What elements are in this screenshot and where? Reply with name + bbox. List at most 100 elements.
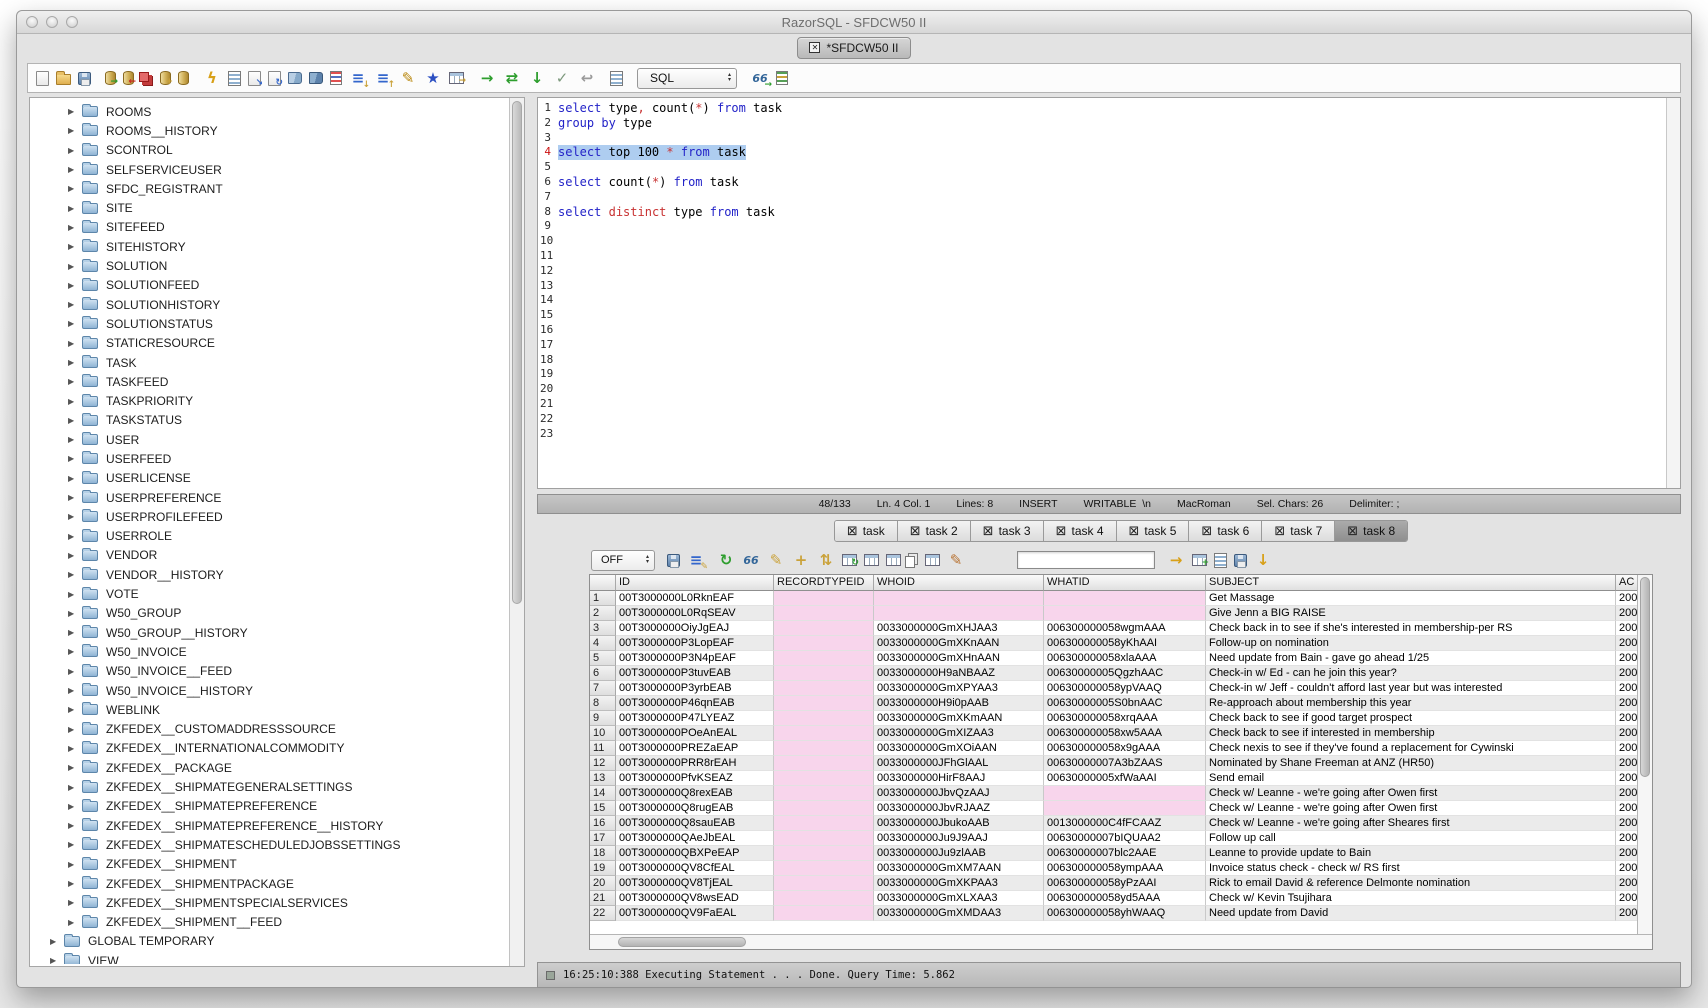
disclosure-triangle-icon[interactable]: ▶: [68, 570, 82, 579]
tree-item[interactable]: ▶ZKFEDEX__SHIPMATEGENERALSETTINGS: [30, 777, 508, 796]
disclosure-triangle-icon[interactable]: ▶: [68, 532, 82, 541]
cell-whatid[interactable]: 006300000058xw5AAA: [1044, 726, 1206, 741]
disconnect-icon[interactable]: ←: [123, 71, 134, 85]
cell-whoid[interactable]: 0033000000JbvQzAAJ: [874, 786, 1044, 801]
cell-whatid[interactable]: 00630000007bIQUAA2: [1044, 831, 1206, 846]
cell-whoid[interactable]: 0033000000Ju9J9AAJ: [874, 831, 1044, 846]
disclosure-triangle-icon[interactable]: ▶: [68, 493, 82, 502]
cell-recordtypeid[interactable]: [774, 831, 874, 846]
disclosure-triangle-icon[interactable]: ▶: [68, 339, 82, 348]
disclosure-triangle-icon[interactable]: ▶: [68, 358, 82, 367]
stop-icon[interactable]: [139, 72, 149, 82]
cell-id[interactable]: 00T3000000QV9FaEAL: [616, 906, 774, 921]
row-number[interactable]: 20: [590, 876, 616, 891]
sort-descending-icon[interactable]: ≡↓: [349, 69, 367, 87]
row-number[interactable]: 17: [590, 831, 616, 846]
cell-recordtypeid[interactable]: [774, 756, 874, 771]
row-number[interactable]: 3: [590, 621, 616, 636]
cell-id[interactable]: 00T3000000P3yrbEAB: [616, 681, 774, 696]
cell-recordtypeid[interactable]: [774, 771, 874, 786]
cell-recordtypeid[interactable]: [774, 906, 874, 921]
cell-subject[interactable]: Re-approach about membership this year: [1206, 696, 1616, 711]
cell-subject[interactable]: Send email: [1206, 771, 1616, 786]
tree-item[interactable]: ▶VOTE: [30, 584, 508, 603]
cell-whoid[interactable]: 0033000000GmXHJAA3: [874, 621, 1044, 636]
tree-item[interactable]: ▶USERFEED: [30, 449, 508, 468]
row-number[interactable]: 2: [590, 606, 616, 621]
tab-close-icon[interactable]: ⊠: [1129, 525, 1140, 538]
cell-subject[interactable]: Check w/ Leanne - we're going after Owen…: [1206, 801, 1616, 816]
tree-item[interactable]: ▶ZKFEDEX__INTERNATIONALCOMMODITY: [30, 739, 508, 758]
cell-subject[interactable]: Check-in w/ Ed - can he join this year?: [1206, 666, 1616, 681]
tree-item[interactable]: ▶SELFSERVICEUSER: [30, 160, 508, 179]
cell-recordtypeid[interactable]: [774, 696, 874, 711]
cell-recordtypeid[interactable]: [774, 636, 874, 651]
cell-whatid[interactable]: 0013000000C4fFCAAZ: [1044, 816, 1206, 831]
cell-whoid[interactable]: 0033000000HirF8AAJ: [874, 771, 1044, 786]
editor-scrollbar[interactable]: [1666, 98, 1680, 488]
cell-ac[interactable]: 200: [1616, 606, 1637, 621]
cell-whatid[interactable]: 006300000058ympAAA: [1044, 861, 1206, 876]
cell-id[interactable]: 00T3000000PREZaEAP: [616, 741, 774, 756]
cell-subject[interactable]: Leanne to provide update to Bain: [1206, 846, 1616, 861]
tree-item[interactable]: ▶SOLUTION: [30, 256, 508, 275]
disclosure-triangle-icon[interactable]: ▶: [68, 609, 82, 618]
marker-icon[interactable]: ✎: [947, 551, 965, 569]
cell-ac[interactable]: 200: [1616, 666, 1637, 681]
row-number[interactable]: 12: [590, 756, 616, 771]
cell-whoid[interactable]: 0033000000GmXKPAA3: [874, 876, 1044, 891]
disclosure-triangle-icon[interactable]: ▶: [68, 647, 82, 656]
row-number[interactable]: 14: [590, 786, 616, 801]
insert-row-icon[interactable]: +: [792, 551, 810, 569]
cell-ac[interactable]: 200: [1616, 621, 1637, 636]
cell-recordtypeid[interactable]: [774, 711, 874, 726]
refresh-icon[interactable]: ↻: [717, 551, 735, 569]
disclosure-triangle-icon[interactable]: ▶: [68, 126, 82, 135]
cell-subject[interactable]: Check back in to see if she's interested…: [1206, 621, 1616, 636]
cell-whoid[interactable]: 0033000000JbukoAAB: [874, 816, 1044, 831]
script-icon[interactable]: [1214, 553, 1227, 568]
cell-whatid[interactable]: 006300000058yPzAAI: [1044, 876, 1206, 891]
cell-subject[interactable]: Check nexis to see if they've found a re…: [1206, 741, 1616, 756]
tree-item[interactable]: ▶TASKFEED: [30, 372, 508, 391]
disclosure-triangle-icon[interactable]: ▶: [68, 821, 82, 830]
tree-item[interactable]: ▶ZKFEDEX__SHIPMENT: [30, 855, 508, 874]
cell-ac[interactable]: 200: [1616, 891, 1637, 906]
execute-sql-icon[interactable]: →: [478, 69, 496, 87]
row-number[interactable]: 7: [590, 681, 616, 696]
disclosure-triangle-icon[interactable]: ▶: [68, 281, 82, 290]
disclosure-triangle-icon[interactable]: ▶: [68, 783, 82, 792]
cell-ac[interactable]: 200: [1616, 651, 1637, 666]
cell-subject[interactable]: Get Massage: [1206, 591, 1616, 606]
result-tab-task-4[interactable]: ⊠task 4: [1044, 521, 1117, 541]
sidebar-scrollbar-thumb[interactable]: [512, 101, 522, 604]
view-text-icon[interactable]: 66: [742, 551, 760, 569]
titlebar[interactable]: RazorSQL - SFDCW50 II: [17, 11, 1691, 34]
disclosure-triangle-icon[interactable]: ▶: [68, 435, 82, 444]
cell-recordtypeid[interactable]: [774, 726, 874, 741]
cell-subject[interactable]: Follow up call: [1206, 831, 1616, 846]
cell-ac[interactable]: 200: [1616, 831, 1637, 846]
tree-item[interactable]: ▶SITEFEED: [30, 218, 508, 237]
sort-rows-icon[interactable]: ⇅: [817, 551, 835, 569]
cell-whatid[interactable]: 00630000005QgzhAAC: [1044, 666, 1206, 681]
disclosure-triangle-icon[interactable]: ▶: [68, 860, 82, 869]
help-book-icon[interactable]: [309, 72, 323, 84]
cell-subject[interactable]: Nominated by Shane Freeman at ANZ (HR50): [1206, 756, 1616, 771]
cell-id[interactable]: 00T3000000Q8rexEAB: [616, 786, 774, 801]
tab-close-icon[interactable]: ⊠: [910, 525, 921, 538]
result-tab-task-8[interactable]: ⊠task 8: [1335, 521, 1407, 541]
cell-id[interactable]: 00T3000000P3LopEAF: [616, 636, 774, 651]
cell-ac[interactable]: 200: [1616, 741, 1637, 756]
document-tab[interactable]: ✕ *SFDCW50 II: [797, 37, 910, 59]
import-icon[interactable]: ↻: [268, 71, 281, 86]
cell-subject[interactable]: Invoice status check - check w/ RS first: [1206, 861, 1616, 876]
cell-whoid[interactable]: 0033000000GmXPYAA3: [874, 681, 1044, 696]
grid-vertical-scrollbar[interactable]: [1637, 575, 1652, 934]
row-number[interactable]: 8: [590, 696, 616, 711]
cell-ac[interactable]: 200: [1616, 756, 1637, 771]
column-header-whatid[interactable]: WHATID: [1044, 575, 1206, 591]
cell-whoid[interactable]: 0033000000JFhGlAAL: [874, 756, 1044, 771]
tree-item[interactable]: ▶VIEW: [30, 951, 508, 964]
disclosure-triangle-icon[interactable]: ▶: [68, 146, 82, 155]
